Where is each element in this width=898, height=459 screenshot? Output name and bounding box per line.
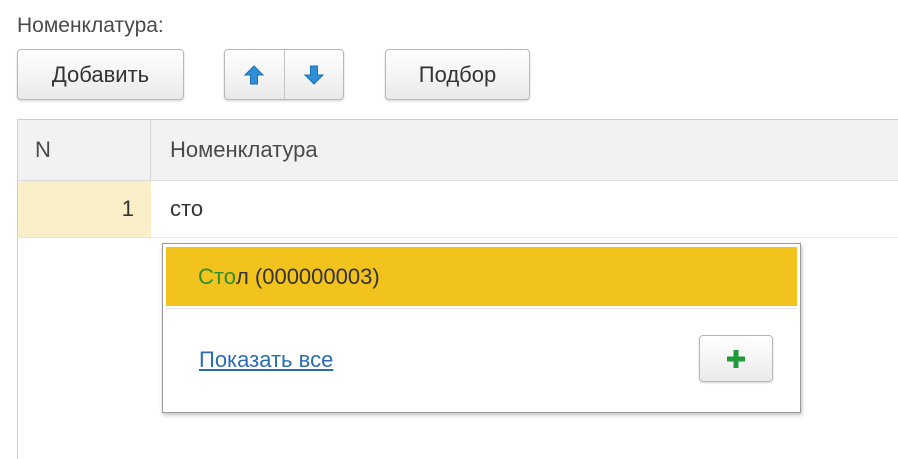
move-buttons-group <box>224 49 344 100</box>
suggestion-match-text: Сто <box>198 263 236 289</box>
add-button[interactable]: Добавить <box>17 49 184 100</box>
dropdown-divider <box>166 308 797 309</box>
arrow-up-icon <box>244 64 265 84</box>
section-title: Номенклатура: <box>17 14 164 37</box>
plus-icon <box>727 349 745 368</box>
move-up-button[interactable] <box>225 50 284 99</box>
move-down-button[interactable] <box>283 50 344 99</box>
row-number-cell: 1 <box>18 181 151 237</box>
show-all-link[interactable]: Показать все <box>199 347 333 373</box>
suggestion-rest-text: л (000000003) <box>235 263 380 289</box>
autocomplete-dropdown: Сто л (000000003) Показать все <box>162 243 801 413</box>
table-row[interactable]: 1 сто <box>18 181 898 238</box>
column-header-name[interactable]: Номенклатура <box>152 120 318 180</box>
pick-button[interactable]: Подбор <box>385 49 530 100</box>
create-new-button[interactable] <box>699 335 773 382</box>
table-header: N Номенклатура <box>18 120 898 181</box>
arrow-down-icon <box>303 65 324 85</box>
pick-button-label: Подбор <box>418 61 497 87</box>
autocomplete-suggestion[interactable]: Сто л (000000003) <box>166 247 797 306</box>
add-button-label: Добавить <box>51 61 150 87</box>
row-name-cell-editing[interactable]: сто <box>152 181 203 237</box>
column-header-n[interactable]: N <box>18 120 151 180</box>
